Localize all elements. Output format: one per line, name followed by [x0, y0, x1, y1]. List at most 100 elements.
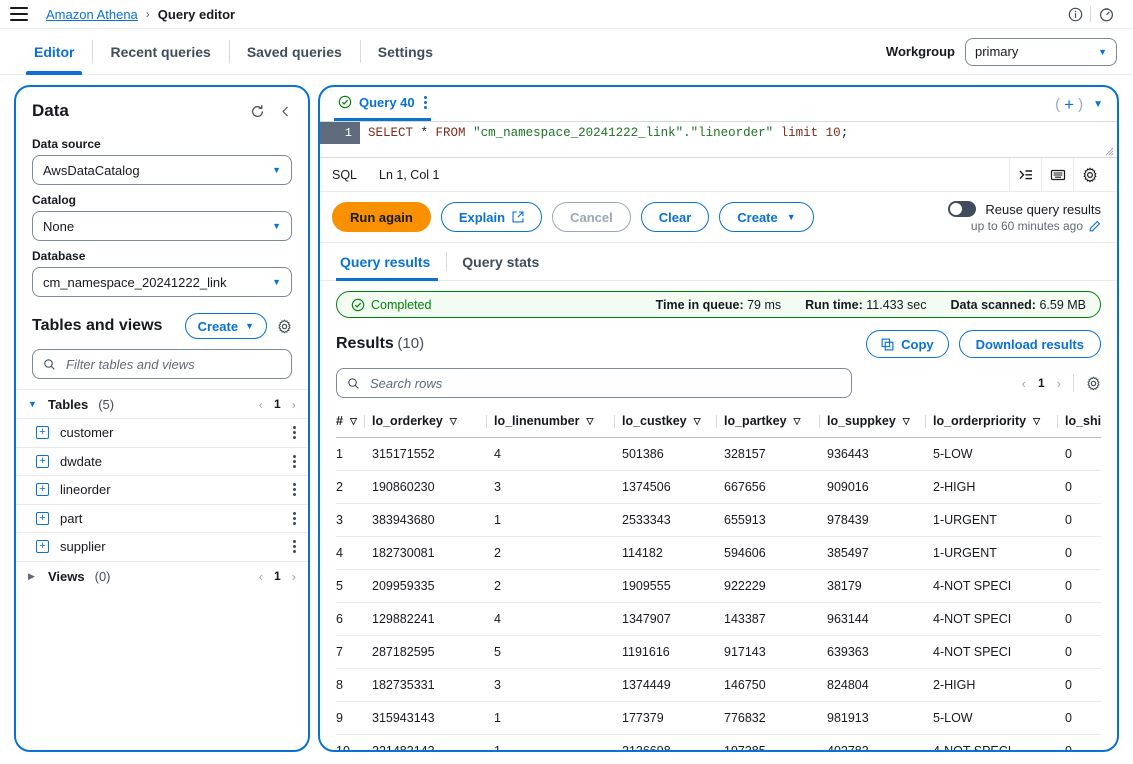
column-header-lo_suppkey[interactable]: lo_suppkey ▽ — [819, 406, 933, 438]
cell-lo_partkey: 776832 — [724, 701, 827, 735]
filter-tables-input[interactable] — [64, 355, 281, 373]
sort-icon[interactable]: ▽ — [694, 416, 701, 427]
sort-icon[interactable]: ▽ — [794, 416, 801, 427]
tab-query-stats[interactable]: Query stats — [446, 243, 555, 280]
sort-icon[interactable]: ▽ — [350, 416, 357, 427]
pencil-icon[interactable] — [1089, 220, 1101, 232]
clear-button[interactable]: Clear — [640, 202, 710, 232]
column-header-lo_custkey[interactable]: lo_custkey ▽ — [614, 406, 724, 438]
table-row[interactable]: 4 182730081 2 114182 594606 385497 1-URG… — [336, 536, 1101, 570]
table-row[interactable]: 9 315943143 1 177379 776832 981913 5-LOW… — [336, 701, 1101, 735]
views-group-name: Views — [48, 568, 85, 584]
table-row[interactable]: 2 190860230 3 1374506 667656 909016 2-HI… — [336, 470, 1101, 504]
results-prev-page-icon[interactable]: ‹ — [1022, 376, 1026, 391]
cell-lo_orderkey: 182730081 — [372, 536, 494, 570]
copy-button[interactable]: Copy — [866, 330, 949, 358]
chevron-down-icon[interactable]: ▼ — [28, 399, 38, 409]
table-row[interactable]: 5 209959335 2 1909555 922229 38179 4-NOT… — [336, 569, 1101, 603]
table-menu-icon[interactable] — [293, 424, 296, 441]
tables-prev-page-icon[interactable]: ‹ — [259, 397, 263, 412]
table-row[interactable]: 6 129882241 4 1347907 143387 963144 4-NO… — [336, 602, 1101, 636]
editor-settings-gear-icon[interactable] — [1073, 157, 1105, 192]
column-header-index[interactable]: # ▽ — [336, 406, 372, 438]
expand-plus-icon[interactable]: + — [36, 540, 49, 554]
table-row[interactable]: 1 315171552 4 501386 328157 936443 5-LOW… — [336, 437, 1101, 471]
explain-button[interactable]: Explain — [440, 202, 543, 232]
query-tab-list-chevron-down-icon[interactable]: ▼ — [1093, 99, 1103, 110]
table-menu-icon[interactable] — [293, 510, 296, 527]
metric-run-time-value: 11.433 sec — [866, 297, 927, 312]
run-again-button[interactable]: Run again — [332, 202, 431, 232]
table-row-dwdate[interactable]: + dwdate — [16, 448, 308, 476]
views-group-header[interactable]: ▶ Views (0) ‹ 1 › — [16, 562, 308, 591]
keyboard-icon[interactable] — [1041, 157, 1073, 192]
cell-index: 2 — [336, 470, 372, 504]
query-tab-controls: ( + ) ▼ — [1055, 96, 1103, 119]
format-indent-icon[interactable] — [1009, 157, 1041, 192]
chevron-left-icon[interactable] — [279, 105, 292, 118]
notifications-icon[interactable] — [1091, 4, 1121, 24]
results-next-page-icon[interactable]: › — [1057, 376, 1061, 391]
tables-next-page-icon[interactable]: › — [292, 397, 296, 412]
table-menu-icon[interactable] — [293, 481, 296, 498]
table-row-lineorder[interactable]: + lineorder — [16, 476, 308, 505]
expand-plus-icon[interactable]: + — [36, 483, 49, 497]
views-next-page-icon[interactable]: › — [292, 569, 296, 584]
resize-grip-icon[interactable] — [1105, 147, 1114, 156]
info-icon[interactable] — [1060, 4, 1090, 24]
column-header-lo_orderpriority[interactable]: lo_orderpriority ▽ — [925, 406, 1065, 438]
views-prev-page-icon[interactable]: ‹ — [259, 569, 263, 584]
expand-plus-icon[interactable]: + — [36, 426, 49, 440]
hamburger-icon[interactable] — [10, 7, 28, 21]
sql-editor[interactable]: 1 SELECT * FROM "cm_namespace_20241222_l… — [320, 121, 1117, 158]
data-source-select[interactable]: AwsDataCatalog ▼ — [32, 155, 292, 185]
create-button[interactable]: Create ▼ — [719, 202, 814, 232]
breadcrumb-amazon-athena[interactable]: Amazon Athena — [46, 7, 138, 22]
table-row[interactable]: 7 287182595 5 1191616 917143 639363 4-NO… — [336, 635, 1101, 669]
expand-plus-icon[interactable]: + — [36, 454, 49, 468]
column-header-lo_linenumber[interactable]: lo_linenumber ▽ — [486, 406, 622, 438]
tab-editor[interactable]: Editor — [16, 29, 92, 75]
tab-settings[interactable]: Settings — [359, 29, 451, 74]
table-row-part[interactable]: + part — [16, 505, 308, 533]
tables-views-settings-icon[interactable] — [277, 318, 292, 334]
filter-tables-box[interactable] — [32, 349, 292, 379]
cell-lo_shippriority: 0 — [1065, 701, 1101, 735]
table-menu-icon[interactable] — [293, 538, 296, 555]
column-header-lo_orderkey[interactable]: lo_orderkey ▽ — [364, 406, 494, 438]
tab-query-results[interactable]: Query results — [336, 243, 446, 281]
sort-icon[interactable]: ▽ — [903, 416, 910, 427]
database-select[interactable]: cm_namespace_20241222_link ▼ — [32, 267, 292, 297]
tab-saved-queries[interactable]: Saved queries — [228, 29, 360, 74]
refresh-icon[interactable] — [250, 104, 265, 119]
query-tab-query-40[interactable]: Query 40 — [334, 94, 431, 121]
create-table-button[interactable]: Create ▼ — [184, 313, 267, 339]
download-results-button[interactable]: Download results — [958, 330, 1101, 358]
table-row[interactable]: 8 182735331 3 1374449 146750 824804 2-HI… — [336, 668, 1101, 702]
table-row[interactable]: 10 221483143 1 2136698 197385 402783 4-N… — [336, 734, 1101, 750]
add-query-tab-icon[interactable]: + — [1064, 96, 1074, 113]
search-rows-input[interactable] — [368, 374, 841, 392]
table-row-supplier[interactable]: + supplier — [16, 533, 308, 562]
chevron-right-icon[interactable]: ▶ — [28, 571, 38, 582]
expand-plus-icon[interactable]: + — [36, 511, 49, 525]
tables-group-header[interactable]: ▼ Tables (5) ‹ 1 › — [16, 390, 308, 419]
search-icon — [43, 358, 56, 371]
sql-code-line[interactable]: SELECT * FROM "cm_namespace_20241222_lin… — [360, 122, 1117, 144]
sort-icon[interactable]: ▽ — [586, 416, 593, 427]
column-header-lo_partkey[interactable]: lo_partkey ▽ — [716, 406, 827, 438]
tab-recent-queries[interactable]: Recent queries — [92, 29, 228, 74]
table-menu-icon[interactable] — [293, 453, 296, 470]
table-row[interactable]: 3 383943680 1 2533343 655913 978439 1-UR… — [336, 503, 1101, 537]
catalog-select[interactable]: None ▼ — [32, 211, 292, 241]
sort-icon[interactable]: ▽ — [1033, 416, 1040, 427]
cell-lo_orderkey: 315171552 — [372, 437, 494, 471]
workgroup-select[interactable]: primary ▼ — [965, 37, 1117, 66]
table-row-customer[interactable]: + customer — [16, 419, 308, 448]
column-header-lo_shippriority[interactable]: lo_shippr — [1057, 406, 1101, 438]
sort-icon[interactable]: ▽ — [450, 416, 457, 427]
query-tab-menu-icon[interactable] — [423, 94, 427, 111]
search-rows-box[interactable] — [336, 368, 852, 398]
reuse-query-results-toggle[interactable] — [948, 201, 977, 217]
results-preferences-gear-icon[interactable] — [1086, 375, 1101, 391]
